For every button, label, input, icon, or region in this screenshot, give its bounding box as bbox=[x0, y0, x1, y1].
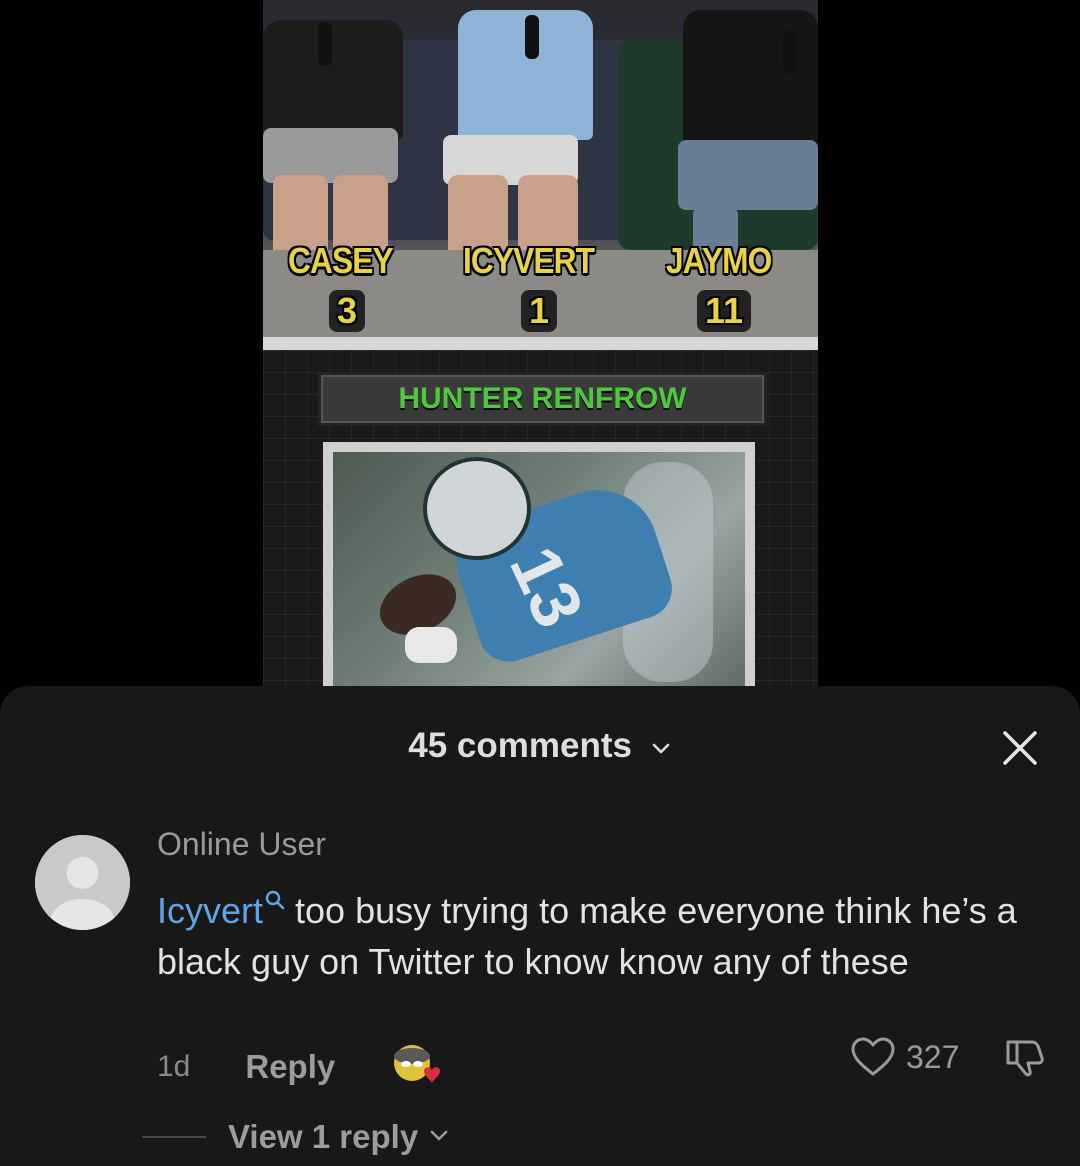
like-count: 327 bbox=[906, 1038, 960, 1075]
replies-divider bbox=[142, 1136, 206, 1138]
comment-meta: 1d Reply bbox=[157, 1041, 441, 1092]
helmet-icon bbox=[423, 457, 531, 560]
podcast-scene: CASEY ICYVERT JAYMO 3 1 11 bbox=[263, 0, 818, 337]
mention-link[interactable]: Icyvert bbox=[157, 890, 263, 931]
avatar[interactable] bbox=[35, 835, 130, 930]
view-replies-button[interactable]: View 1 reply bbox=[142, 1118, 450, 1156]
like-button[interactable]: 327 bbox=[850, 1036, 959, 1078]
comment-author[interactable]: Online User bbox=[157, 826, 326, 863]
glove bbox=[405, 627, 457, 663]
chevron-down-icon[interactable] bbox=[650, 728, 672, 768]
contestant-name-jaymo: JAYMO bbox=[666, 240, 772, 281]
contestant-score-jaymo: 11 bbox=[697, 290, 752, 332]
comment-text: Icyvert too busy trying to make everyone… bbox=[157, 872, 1057, 987]
contestant-score-icyvert: 1 bbox=[521, 290, 558, 332]
comment-time: 1d bbox=[157, 1049, 191, 1083]
emoji-icon[interactable] bbox=[390, 1041, 441, 1092]
comments-header[interactable]: 45 comments bbox=[0, 726, 1080, 768]
default-avatar-icon bbox=[35, 835, 130, 930]
video-frame[interactable]: CASEY ICYVERT JAYMO 3 1 11 HUNTER RENFRO… bbox=[263, 0, 818, 686]
heart-icon bbox=[851, 1037, 895, 1076]
chevron-down-icon bbox=[428, 1124, 450, 1151]
comments-count: 45 comments bbox=[408, 726, 632, 765]
thumbs-down-icon[interactable] bbox=[1002, 1034, 1048, 1085]
comment-message: too busy trying to make everyone think h… bbox=[157, 890, 1017, 982]
search-icon[interactable] bbox=[265, 872, 285, 923]
player-photo: 13 bbox=[333, 452, 745, 686]
comments-sheet: 45 comments Online User Icyvert too busy… bbox=[0, 686, 1080, 1166]
player-photo-frame: 13 bbox=[323, 442, 755, 686]
frame-divider bbox=[263, 337, 818, 350]
player-name-banner: HUNTER RENFROW bbox=[318, 372, 767, 426]
close-icon[interactable] bbox=[1000, 728, 1040, 768]
contestant-score-casey: 3 bbox=[329, 290, 366, 332]
reply-button[interactable]: Reply bbox=[245, 1048, 335, 1086]
contestant-name-casey: CASEY bbox=[288, 240, 394, 281]
view-replies-label: View 1 reply bbox=[228, 1118, 419, 1155]
contestant-name-icyvert: ICYVERT bbox=[463, 240, 595, 281]
